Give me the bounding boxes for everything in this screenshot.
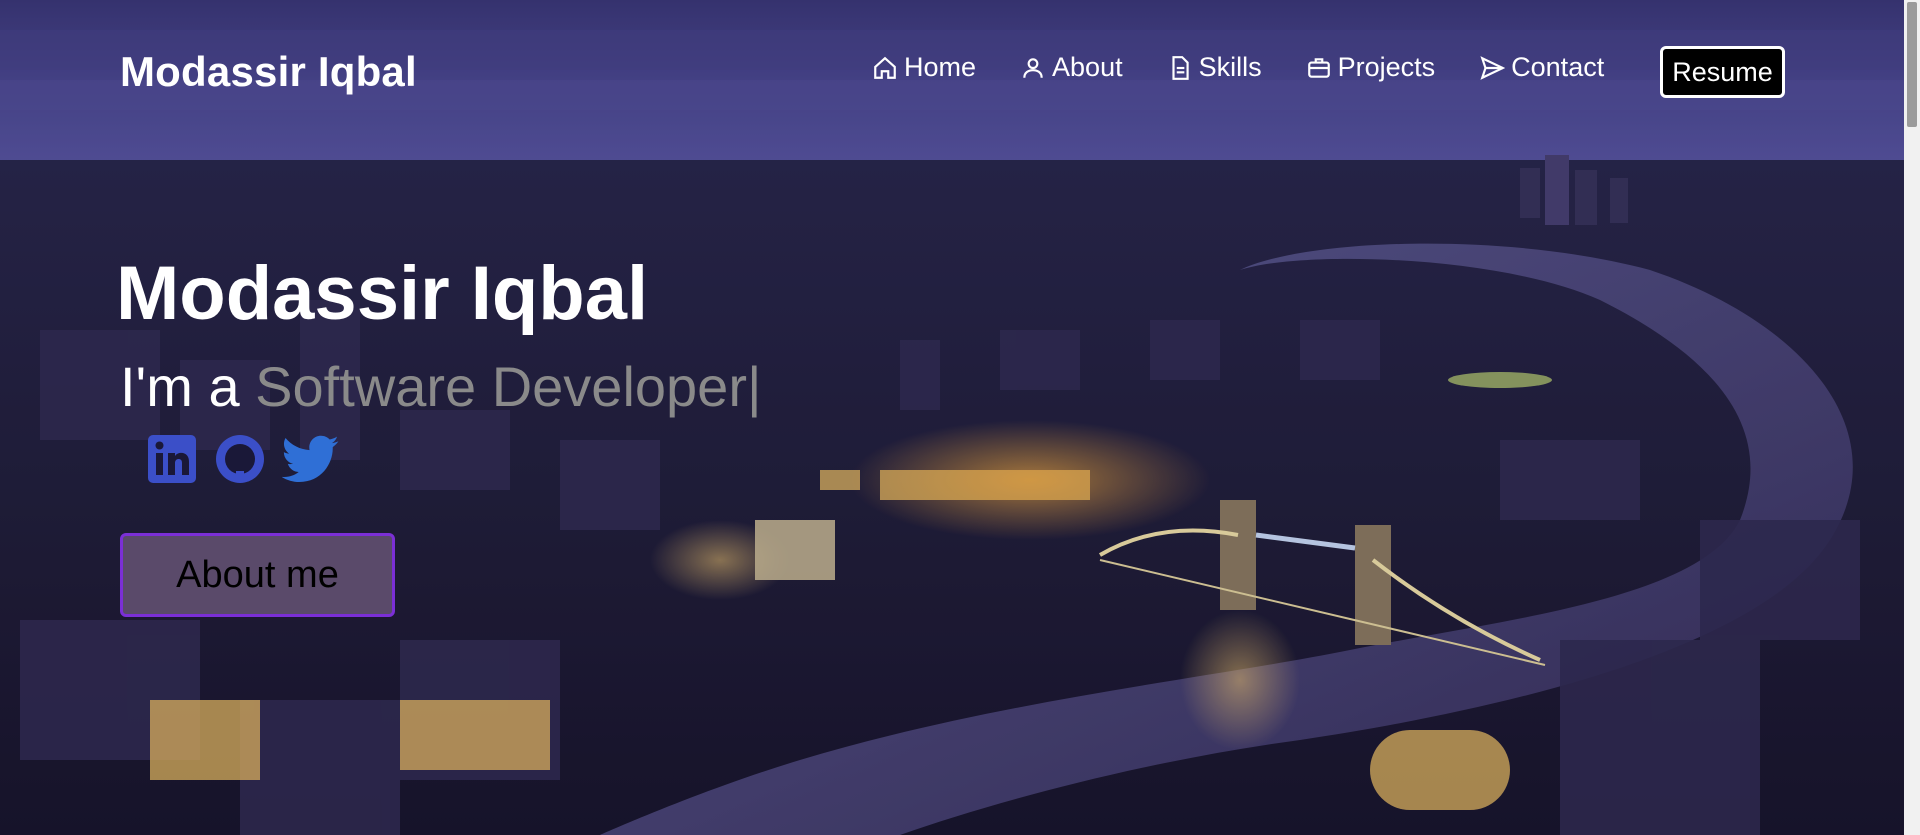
- briefcase-icon: [1307, 57, 1330, 78]
- nav-item-skills[interactable]: Skills: [1167, 52, 1262, 83]
- nav-item-home[interactable]: Home: [872, 52, 976, 83]
- page-scrollbar[interactable]: [1904, 0, 1920, 835]
- hero-title: Modassir Iqbal: [116, 251, 649, 336]
- document-icon: [1172, 55, 1189, 80]
- send-icon: [1480, 55, 1506, 80]
- main-nav: Home About Skills Projects Contact: [872, 52, 1648, 83]
- nav-label-contact: Contact: [1511, 52, 1605, 82]
- hero-section: Modassir Iqbal Home About Skills Project…: [0, 0, 1904, 835]
- nav-label-skills: Skills: [1198, 52, 1262, 82]
- brand-logo[interactable]: Modassir Iqbal: [120, 48, 417, 96]
- home-icon: [874, 56, 896, 79]
- typing-prefix: I'm a: [120, 355, 256, 418]
- nav-label-projects: Projects: [1337, 52, 1436, 82]
- github-icon[interactable]: [214, 433, 266, 485]
- nav-label-about: About: [1052, 52, 1123, 82]
- about-me-button[interactable]: About me: [120, 533, 395, 617]
- scrollbar-thumb[interactable]: [1907, 2, 1917, 127]
- nav-item-about[interactable]: About: [1020, 52, 1123, 83]
- social-links: [146, 433, 358, 485]
- typing-role: Software Developer: [255, 355, 747, 418]
- typing-cursor: |: [746, 355, 762, 418]
- user-icon: [1023, 57, 1043, 78]
- typing-tagline: I'm a Software Developer|: [120, 354, 762, 419]
- linkedin-icon[interactable]: [146, 433, 198, 485]
- nav-label-home: Home: [904, 52, 977, 82]
- nav-item-projects[interactable]: Projects: [1306, 52, 1436, 83]
- nav-item-contact[interactable]: Contact: [1479, 52, 1604, 83]
- resume-button[interactable]: Resume: [1660, 46, 1785, 98]
- twitter-icon[interactable]: [282, 433, 342, 485]
